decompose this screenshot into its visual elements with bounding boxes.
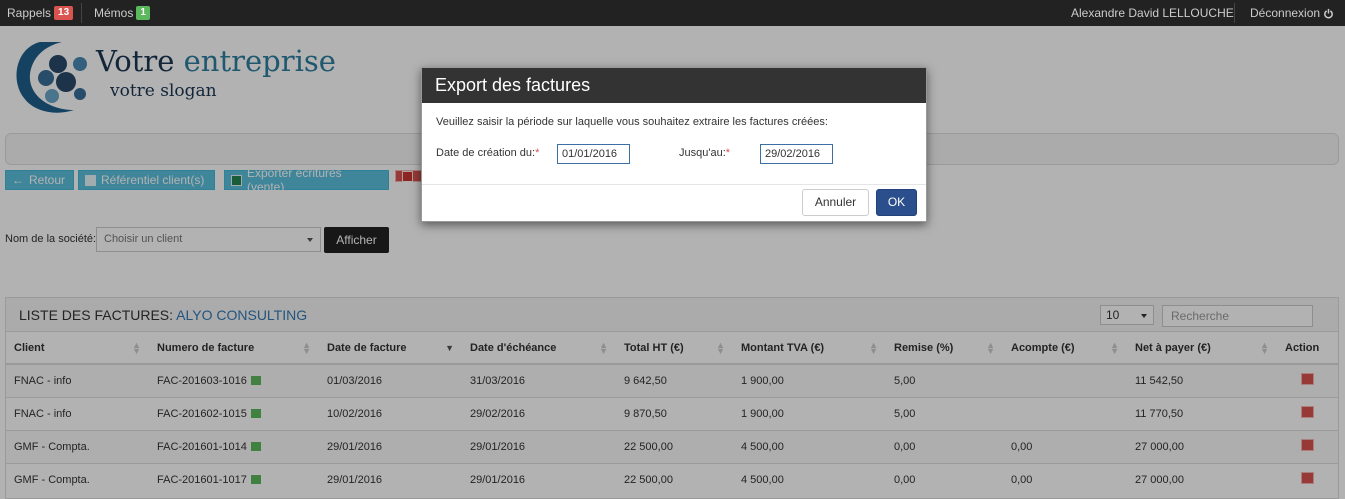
to-date-input[interactable]: 29/02/2016 (760, 144, 833, 164)
required-mark: * (725, 147, 731, 159)
user-name[interactable]: Alexandre David LELLOUCHE (1071, 0, 1234, 26)
from-date-label-text: Date de création du: (436, 147, 536, 159)
logout-label: Déconnexion (1250, 6, 1321, 20)
dialog-title: Export des factures (422, 68, 926, 103)
to-date-label: Jusqu'au:* (679, 147, 730, 159)
memos-link[interactable]: Mémos 1 (94, 0, 150, 26)
from-date-input[interactable]: 01/01/2016 (557, 144, 630, 164)
cancel-button[interactable]: Annuler (802, 189, 869, 216)
from-date-label: Date de création du:* (436, 147, 539, 159)
export-invoices-dialog: Export des factures Veuillez saisir la p… (421, 67, 927, 222)
navbar-divider (1234, 3, 1235, 23)
to-date-label-text: Jusqu'au: (679, 147, 726, 159)
required-mark: * (535, 147, 540, 159)
memos-label: Mémos (94, 6, 134, 20)
memos-count-badge: 1 (136, 6, 150, 20)
top-navbar: Rappels 13 Mémos 1 Alexandre David LELLO… (0, 0, 1345, 26)
reminders-label: Rappels (7, 6, 52, 20)
reminders-link[interactable]: Rappels 13 (7, 0, 74, 26)
navbar-divider (81, 3, 82, 23)
reminders-count-badge: 13 (54, 6, 74, 20)
logout-link[interactable]: Déconnexion (1250, 0, 1334, 26)
dialog-instructions: Veuillez saisir la période sur laquelle … (436, 116, 828, 128)
dialog-body: Veuillez saisir la période sur laquelle … (422, 103, 926, 185)
power-icon (1324, 8, 1333, 18)
ok-button[interactable]: OK (876, 189, 917, 216)
